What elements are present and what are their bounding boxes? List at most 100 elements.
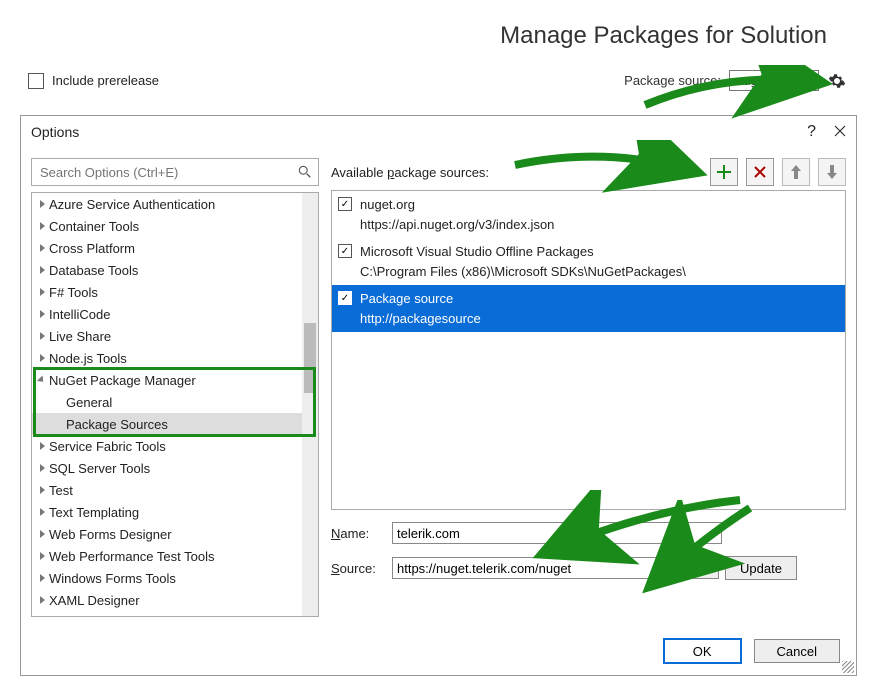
tree-item[interactable]: XAML Designer [32,589,302,611]
name-input[interactable] [392,522,722,544]
arrow-down-icon [826,165,838,179]
close-icon [834,125,846,137]
source-list-item[interactable]: Microsoft Visual Studio Offline Packages… [332,238,845,285]
tree-item[interactable]: Web Performance Test Tools [32,545,302,567]
tree-item-label: Database Tools [49,263,138,278]
page-title: Manage Packages for Solution [500,22,827,50]
tree-item-label: Test [49,483,73,498]
package-source-label: Package source: [624,73,721,88]
scrollbar[interactable] [302,193,318,616]
include-prerelease-label: Include prerelease [52,73,159,88]
tree-item-label: F# Tools [49,285,98,300]
expand-icon [40,200,45,208]
search-icon [298,165,312,179]
source-checkbox[interactable] [338,291,352,305]
source-list-item[interactable]: nuget.orghttps://api.nuget.org/v3/index.… [332,191,845,238]
tree-item-label: Container Tools [49,219,139,234]
available-sources-label: Available package sources: [331,165,706,180]
tree-item[interactable]: Web Forms Designer [32,523,302,545]
tree-item[interactable]: Test [32,479,302,501]
close-button[interactable] [834,124,846,140]
dialog-body: Azure Service Authentication Container To… [21,148,856,627]
expand-icon [37,375,46,384]
source-checkbox[interactable] [338,197,352,211]
tree-item[interactable]: Node.js Tools [32,347,302,369]
remove-source-button[interactable] [746,158,774,186]
chevron-down-icon [797,78,805,83]
x-icon [754,166,766,178]
search-input[interactable] [38,164,298,181]
tree-item[interactable]: Live Share [32,325,302,347]
ok-button[interactable]: OK [663,638,742,664]
move-up-button[interactable] [782,158,810,186]
source-url: C:\Program Files (x86)\Microsoft SDKs\Nu… [360,262,686,282]
source-name: Package source [360,289,481,309]
tree-item-label: XAML Designer [49,593,140,608]
dialog-title: Options [31,124,79,140]
tree-item-label: Cross Platform [49,241,135,256]
source-input[interactable] [392,557,687,579]
dialog-footer: OK Cancel [21,627,856,675]
expand-icon [40,442,45,450]
options-right-column: Available package sources: nuget.orghttp… [331,158,846,617]
tree-item-label: Service Fabric Tools [49,439,166,454]
tree-item-label: Package Sources [66,417,168,432]
expand-icon [40,464,45,472]
source-name: nuget.org [360,195,554,215]
tree-item[interactable]: Database Tools [32,259,302,281]
expand-icon [40,266,45,274]
resize-grip[interactable] [842,661,854,673]
update-button[interactable]: Update [725,556,797,580]
settings-button[interactable] [827,71,847,91]
tree-item[interactable]: Cross Platform [32,237,302,259]
tree-item[interactable]: SQL Server Tools [32,457,302,479]
source-name: Microsoft Visual Studio Offline Packages [360,242,686,262]
plus-icon [717,165,731,179]
tree-item[interactable]: NuGet Package Manager [32,369,302,391]
expand-icon [40,552,45,560]
options-tree[interactable]: Azure Service Authentication Container To… [31,192,319,617]
tree-item[interactable]: Windows Forms Tools [32,567,302,589]
tree-item[interactable]: IntelliCode [32,303,302,325]
tree-item[interactable]: Container Tools [32,215,302,237]
tree-item-label: Azure Service Authentication [49,197,215,212]
search-options-box[interactable] [31,158,319,186]
sources-list[interactable]: nuget.orghttps://api.nuget.org/v3/index.… [331,190,846,510]
tree-item-label: Web Performance Test Tools [49,549,214,564]
source-row: Source: ... Update [331,556,846,580]
source-url: https://api.nuget.org/v3/index.json [360,215,554,235]
cancel-button[interactable]: Cancel [754,639,840,663]
name-row: Name: [331,522,846,544]
tree-item-label: SQL Server Tools [49,461,150,476]
tree-child-item[interactable]: Package Sources [32,413,302,435]
top-bar: Include prerelease Package source: nuget… [28,70,847,91]
tree-item-label: Web Forms Designer [49,527,172,542]
tree-item[interactable]: F# Tools [32,281,302,303]
tree-item[interactable]: Service Fabric Tools [32,435,302,457]
expand-icon [40,574,45,582]
source-text: nuget.orghttps://api.nuget.org/v3/index.… [360,195,554,234]
name-label: Name: [331,526,386,541]
package-source-value: nuget.org [736,73,791,88]
include-prerelease-checkbox[interactable]: Include prerelease [28,73,159,89]
expand-icon [40,244,45,252]
options-left-column: Azure Service Authentication Container To… [31,158,319,617]
tree-item-label: General [66,395,112,410]
tree-item-label: Live Share [49,329,111,344]
dialog-titlebar: Options ? [21,116,856,148]
tree-item-label: Text Templating [49,505,139,520]
package-source-combo[interactable]: nuget.org [729,70,819,91]
tree-child-item[interactable]: General [32,391,302,413]
add-source-button[interactable] [710,158,738,186]
tree-item[interactable]: Text Templating [32,501,302,523]
package-source-selector: Package source: nuget.org [624,70,847,91]
help-button[interactable]: ? [807,123,816,141]
source-checkbox[interactable] [338,244,352,258]
browse-button[interactable]: ... [693,557,719,579]
scrollbar-thumb[interactable] [304,323,316,393]
expand-icon [40,596,45,604]
tree-item-label: IntelliCode [49,307,110,322]
tree-item[interactable]: Azure Service Authentication [32,193,302,215]
move-down-button[interactable] [818,158,846,186]
source-list-item[interactable]: Package sourcehttp://packagesource [332,285,845,332]
